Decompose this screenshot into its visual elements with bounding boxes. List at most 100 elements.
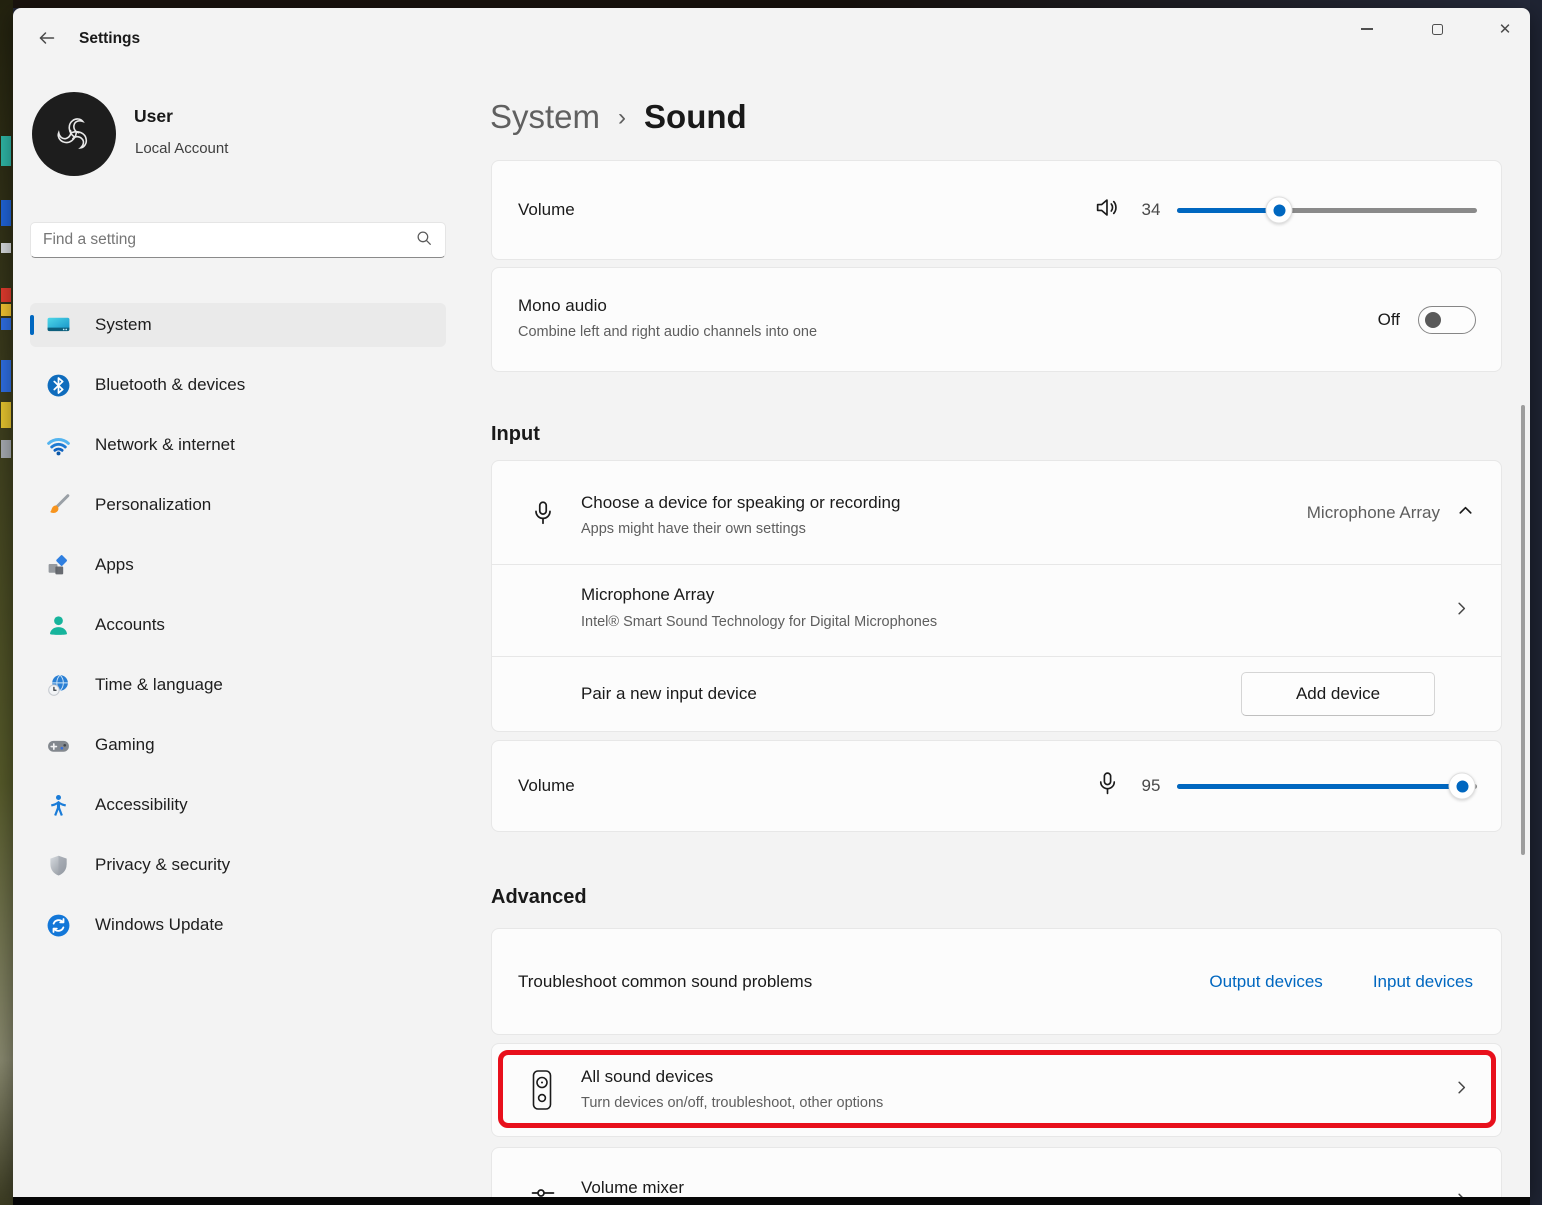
close-icon: ✕	[1499, 22, 1512, 37]
accounts-icon	[46, 613, 71, 638]
search-input[interactable]	[43, 231, 415, 249]
slider-fill	[1177, 784, 1462, 789]
troubleshoot-links: Output devices Input devices	[1209, 972, 1473, 992]
input-volume-slider[interactable]	[1177, 771, 1477, 801]
input-section-header: Input	[491, 423, 540, 446]
desktop-icon-chip	[1, 243, 11, 253]
gaming-icon	[46, 733, 71, 758]
sidebar-item-time-language[interactable]: Time & language	[30, 663, 446, 707]
sidebar-item-privacy-security[interactable]: Privacy & security	[30, 843, 446, 887]
output-volume-value: 34	[1134, 200, 1168, 220]
sidebar-item-accessibility[interactable]: Accessibility	[30, 783, 446, 827]
volume-mixer-row[interactable]: Volume mixer	[491, 1147, 1502, 1197]
sidebar-item-label: Network & internet	[95, 435, 235, 455]
sidebar-item-label: Privacy & security	[95, 855, 230, 875]
privacy-security-icon	[46, 853, 71, 878]
maximize-button[interactable]	[1414, 12, 1460, 46]
breadcrumb-separator-icon: ›	[618, 102, 626, 132]
sidebar-item-label: Accounts	[95, 615, 165, 635]
microphone-array-description: Intel® Smart Sound Technology for Digita…	[581, 614, 937, 630]
sidebar-item-personalization[interactable]: Personalization	[30, 483, 446, 527]
desktop-edge-right	[1530, 0, 1542, 1205]
vertical-scrollbar[interactable]	[1521, 405, 1525, 855]
choose-input-device-row[interactable]: Choose a device for speaking or recordin…	[492, 461, 1501, 564]
settings-window: Settings ✕ User Local Account System	[13, 8, 1530, 1197]
microphone-array-name: Microphone Array	[581, 585, 937, 605]
microphone-array-row[interactable]: Microphone Array Intel® Smart Sound Tech…	[492, 564, 1501, 656]
avatar	[32, 92, 116, 176]
apps-icon	[46, 553, 71, 578]
desktop-icon-chip	[1, 200, 11, 226]
back-button[interactable]	[31, 24, 63, 56]
desktop-icon-chip	[1, 402, 11, 428]
app-title: Settings	[79, 30, 140, 48]
minimize-icon	[1361, 28, 1373, 29]
sidebar-item-apps[interactable]: Apps	[30, 543, 446, 587]
user-name: User	[134, 106, 173, 127]
time-language-icon	[46, 673, 71, 698]
bluetooth-icon	[46, 373, 71, 398]
sidebar-nav: System Bluetooth & devices Network & int…	[30, 303, 446, 963]
input-devices-link[interactable]: Input devices	[1373, 972, 1473, 992]
sidebar-item-label: Personalization	[95, 495, 211, 515]
desktop-icon-chip	[1, 136, 11, 166]
mono-audio-row: Mono audio Combine left and right audio …	[491, 267, 1502, 372]
add-device-button[interactable]: Add device	[1241, 672, 1435, 716]
sidebar-item-accounts[interactable]: Accounts	[30, 603, 446, 647]
chevron-right-icon	[1452, 599, 1471, 623]
selected-indicator	[30, 315, 34, 335]
input-volume-controls: 95	[1094, 770, 1477, 802]
input-device-dropdown[interactable]: Microphone Array	[1307, 501, 1475, 525]
chevron-up-icon	[1456, 501, 1475, 525]
mono-audio-toggle[interactable]	[1418, 306, 1476, 334]
troubleshoot-row: Troubleshoot common sound problems Outpu…	[491, 928, 1502, 1035]
back-arrow-icon	[37, 28, 57, 53]
mono-audio-subtitle: Combine left and right audio channels in…	[518, 324, 817, 340]
mono-audio-text: Mono audio Combine left and right audio …	[518, 296, 817, 340]
breadcrumb-parent[interactable]: System	[490, 98, 600, 136]
user-account-type: Local Account	[135, 140, 228, 157]
windows-update-icon	[46, 913, 71, 938]
microphone-icon[interactable]	[1094, 770, 1121, 802]
advanced-section-header: Advanced	[491, 886, 587, 909]
page-title: Sound	[644, 98, 747, 136]
sidebar-item-bluetooth-devices[interactable]: Bluetooth & devices	[30, 363, 446, 407]
output-volume-row: Volume 34	[491, 160, 1502, 260]
input-volume-label: Volume	[518, 776, 575, 796]
pair-input-device-label: Pair a new input device	[581, 684, 757, 704]
sidebar-item-gaming[interactable]: Gaming	[30, 723, 446, 767]
maximize-icon	[1432, 24, 1443, 35]
sidebar-item-network-internet[interactable]: Network & internet	[30, 423, 446, 467]
sidebar-item-label: Apps	[95, 555, 134, 575]
output-devices-link[interactable]: Output devices	[1209, 972, 1322, 992]
sidebar-item-system[interactable]: System	[30, 303, 446, 347]
input-volume-value: 95	[1134, 776, 1168, 796]
mono-audio-control: Off	[1378, 306, 1476, 334]
input-volume-row: Volume 95	[491, 740, 1502, 832]
output-volume-controls: 34	[1094, 194, 1477, 226]
network-icon	[46, 433, 71, 458]
choose-input-device-subtitle: Apps might have their own settings	[581, 521, 900, 537]
desktop-icon-chip	[1, 304, 11, 316]
sidebar-item-label: Time & language	[95, 675, 223, 695]
close-button[interactable]: ✕	[1482, 12, 1528, 46]
microphone-icon	[529, 499, 557, 532]
output-volume-label: Volume	[518, 200, 575, 220]
desktop-icon-chip	[1, 318, 11, 330]
selected-input-device: Microphone Array	[1307, 503, 1440, 523]
system-icon	[46, 313, 71, 338]
sidebar-item-label: Accessibility	[95, 795, 188, 815]
output-volume-slider[interactable]	[1177, 195, 1477, 225]
sidebar-item-label: Bluetooth & devices	[95, 375, 245, 395]
chevron-right-icon	[1452, 1190, 1471, 1197]
speaker-icon[interactable]	[1094, 194, 1121, 226]
sidebar-item-windows-update[interactable]: Windows Update	[30, 903, 446, 947]
troubleshoot-label: Troubleshoot common sound problems	[518, 972, 812, 992]
search-box[interactable]	[30, 222, 446, 258]
slider-thumb[interactable]	[1449, 773, 1476, 800]
sidebar-item-label: System	[95, 315, 152, 335]
slider-thumb[interactable]	[1266, 197, 1293, 224]
desktop-icon-chip	[1, 440, 11, 458]
minimize-button[interactable]	[1344, 12, 1390, 46]
razer-logo-icon	[42, 102, 106, 166]
